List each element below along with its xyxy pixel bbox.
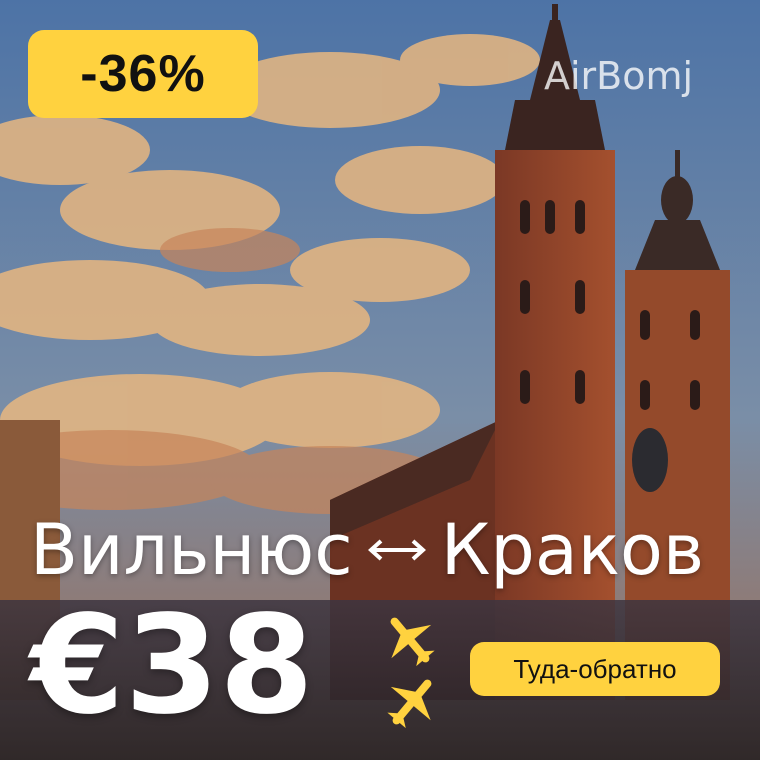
- plane-icon: [387, 617, 435, 729]
- route-title: Вильнюс Краков: [30, 505, 704, 595]
- trip-type-badge: Туда-обратно: [470, 642, 720, 696]
- discount-badge: -36%: [28, 30, 258, 118]
- brand-watermark: AirBomj: [544, 54, 694, 98]
- double-arrow-icon: [367, 539, 426, 561]
- price: €38: [30, 587, 314, 745]
- destination-city: Краков: [440, 509, 705, 591]
- promo-card: -36% AirBomj Вильнюс Краков €38 Туда-обр…: [0, 0, 760, 760]
- origin-city: Вильнюс: [30, 509, 353, 591]
